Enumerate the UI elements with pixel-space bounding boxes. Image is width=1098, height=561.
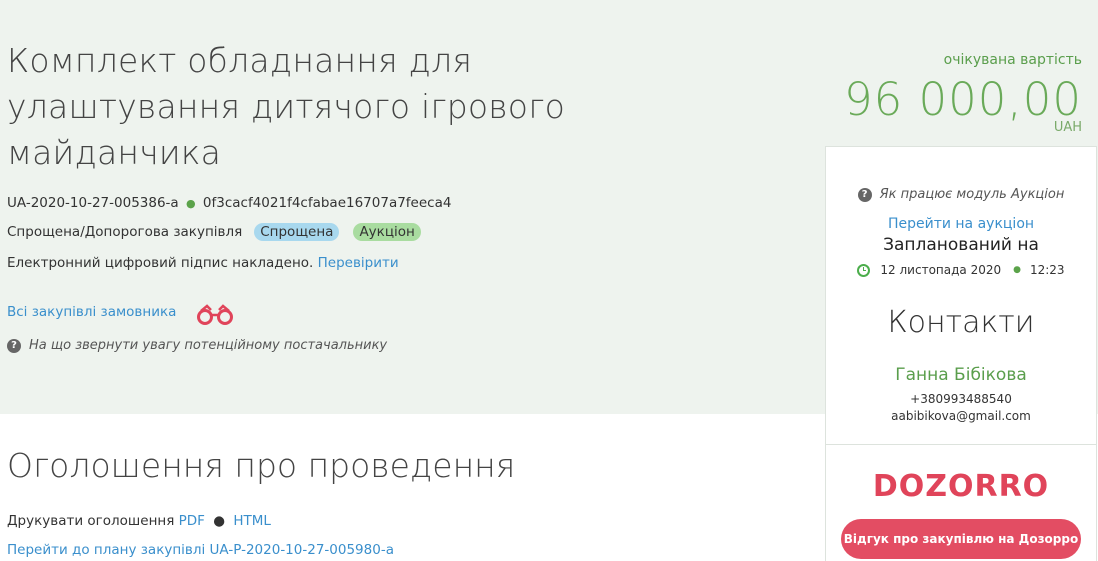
contact-email: aabibikova@gmail.com — [891, 409, 1031, 423]
contacts-title: Контакти — [887, 305, 1035, 340]
tender-hash: 0f3cacf4021f4cfabae16707a7feeca4 — [202, 195, 452, 211]
contact-phone: +380993488540 — [910, 392, 1012, 406]
signature-text: Електронний цифровий підпис накладено. — [7, 255, 314, 271]
expected-value-amount: 96 000,00 — [843, 73, 1082, 126]
expected-value-label: очікувана вартість — [943, 52, 1082, 68]
question-icon: ? — [7, 338, 21, 353]
procurement-plan-link[interactable]: Перейти до плану закупівлі UA-P-2020-10-… — [7, 542, 394, 558]
dozorro-logo: DOZORRO — [872, 469, 1050, 504]
dozorro-feedback-button[interactable]: Відгук про закупівлю на Дозорро — [841, 519, 1081, 559]
tender-id-line: UA-2020-10-27-005386-a ● 0f3cacf4021f4cf… — [7, 195, 451, 211]
expected-value-currency: UAH — [1053, 120, 1082, 135]
badge-auction: Аукціон — [353, 223, 421, 241]
announcement-title: Оголошення про проведення — [7, 446, 516, 485]
separator-dot: ● — [213, 513, 226, 529]
auction-hint[interactable]: ? Як працює модуль Аукціон — [826, 187, 1096, 202]
supplier-hint[interactable]: ? На що звернути увагу потенційному пост… — [7, 338, 387, 353]
print-label: Друкувати оголошення — [7, 513, 175, 529]
print-announcement-line: Друкувати оголошення PDF ● HTML — [7, 513, 271, 529]
clock-icon — [857, 263, 871, 277]
tender-id: UA-2020-10-27-005386-a — [7, 195, 179, 211]
scheduled-label: Запланований на — [883, 235, 1039, 255]
go-to-auction-link[interactable]: Перейти на аукціон — [826, 216, 1096, 232]
divider — [826, 444, 1096, 445]
signature-line: Електронний цифровий підпис накладено. П… — [7, 255, 399, 271]
sidebar-panel: ? Як працює модуль Аукціон Перейти на ау… — [825, 146, 1097, 561]
scheduled-datetime: 12 листопада 2020 ● 12:23 — [826, 263, 1096, 277]
scheduled-date: 12 листопада 2020 — [880, 263, 1002, 277]
tender-title: Комплект обладнання для улаштування дитя… — [7, 41, 566, 172]
contact-name: Ганна Бібікова — [895, 365, 1027, 385]
procurement-type: Спрощена/Допорогова закупівля — [7, 224, 243, 240]
separator-dot: ● — [1013, 265, 1021, 275]
procurement-type-line: Спрощена/Допорогова закупівля Спрощена А… — [7, 223, 421, 241]
auction-hint-text: Як працює модуль Аукціон — [879, 187, 1065, 202]
badge-simplified: Спрощена — [254, 223, 340, 241]
question-icon: ? — [857, 187, 872, 202]
print-pdf-link[interactable]: PDF — [179, 513, 205, 529]
status-dot: ● — [186, 197, 196, 210]
all-purchases-link[interactable]: Всі закупівлі замовника — [7, 304, 176, 320]
supplier-hint-text: На що звернути увагу потенційному постач… — [29, 338, 388, 353]
verify-signature-link[interactable]: Перевірити — [318, 255, 399, 271]
scheduled-time: 12:23 — [1029, 263, 1065, 277]
print-html-link[interactable]: HTML — [233, 513, 271, 529]
binoculars-icon[interactable] — [193, 302, 237, 326]
